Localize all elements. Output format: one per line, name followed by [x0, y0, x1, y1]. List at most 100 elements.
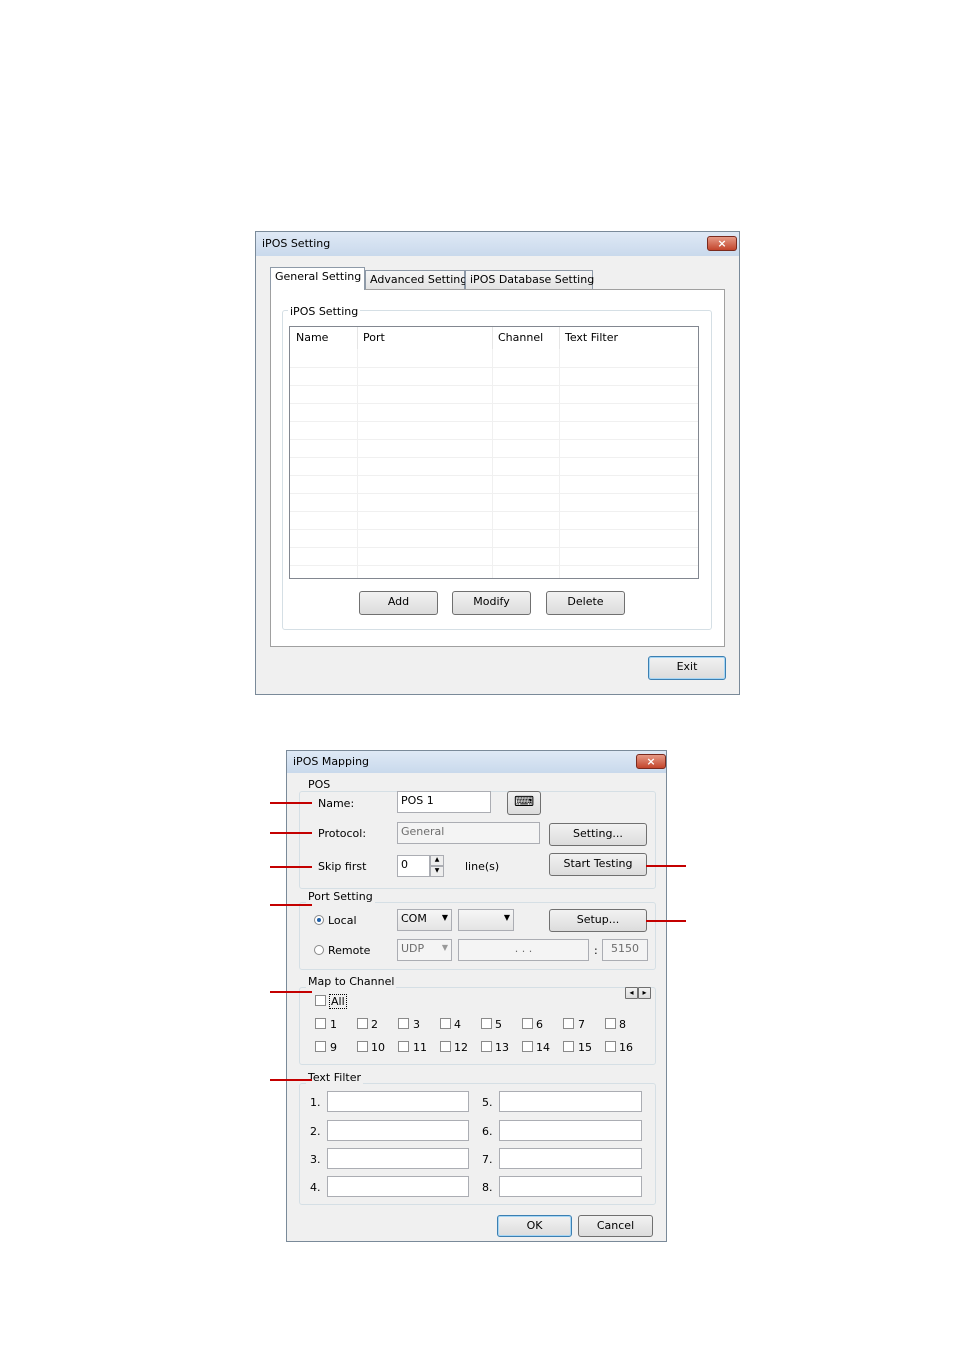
- protocol-field: General: [397, 822, 540, 844]
- text-filter-group-label: Text Filter: [306, 1071, 363, 1084]
- tab-advanced-setting[interactable]: Advanced Setting: [365, 270, 467, 290]
- channel-4-checkbox[interactable]: [440, 1018, 451, 1029]
- filter-3-input[interactable]: [327, 1148, 469, 1169]
- filter-1-input[interactable]: [327, 1091, 469, 1112]
- filter-4-label: 4.: [310, 1181, 321, 1194]
- channel-16-checkbox[interactable]: [605, 1041, 616, 1052]
- start-testing-button[interactable]: Start Testing: [549, 853, 647, 876]
- channel-1-label: 1: [330, 1018, 337, 1031]
- close-icon[interactable]: ×: [707, 236, 737, 251]
- row-line: [290, 511, 698, 512]
- channel-9-label: 9: [330, 1041, 337, 1054]
- com-port-select[interactable]: ▼: [458, 909, 514, 931]
- channel-3-label: 3: [413, 1018, 420, 1031]
- keyboard-button[interactable]: ⌨: [507, 791, 541, 815]
- channel-15-checkbox[interactable]: [563, 1041, 574, 1052]
- ok-button[interactable]: OK: [497, 1215, 572, 1237]
- channel-9-checkbox[interactable]: [315, 1041, 326, 1052]
- skip-lines-input[interactable]: 0: [397, 855, 430, 877]
- filter-2-input[interactable]: [327, 1120, 469, 1141]
- channel-1-checkbox[interactable]: [315, 1018, 326, 1029]
- channel-14-checkbox[interactable]: [522, 1041, 533, 1052]
- channel-8-checkbox[interactable]: [605, 1018, 616, 1029]
- local-port-type-select[interactable]: COM ▼: [397, 909, 452, 931]
- chevron-down-icon: ▼: [441, 913, 448, 922]
- channel-scroll-right[interactable]: ▸: [638, 987, 651, 999]
- filter-5-input[interactable]: [499, 1091, 642, 1112]
- row-line: [290, 493, 698, 494]
- tab-general-setting[interactable]: General Setting: [270, 267, 365, 290]
- filter-6-input[interactable]: [499, 1120, 642, 1141]
- filter-7-label: 7.: [482, 1153, 493, 1166]
- channel-4-label: 4: [454, 1018, 461, 1031]
- all-label: All: [329, 994, 347, 1009]
- filter-4-input[interactable]: [327, 1176, 469, 1197]
- pos-list[interactable]: Name Port Channel Text Filter: [289, 326, 699, 579]
- chevron-left-icon: ◂: [629, 988, 634, 997]
- local-label: Local: [328, 914, 357, 927]
- remote-port-type-select: UDP ▼: [397, 939, 452, 961]
- filter-8-label: 8.: [482, 1181, 493, 1194]
- annotation-line-setup: [646, 920, 686, 922]
- remote-port-input: 5150: [602, 939, 648, 961]
- local-radio[interactable]: [314, 915, 324, 925]
- channel-6-checkbox[interactable]: [522, 1018, 533, 1029]
- column-divider: [357, 349, 358, 578]
- row-line: [290, 565, 698, 566]
- channel-6-label: 6: [536, 1018, 543, 1031]
- keyboard-icon: ⌨: [513, 794, 535, 810]
- filter-2-label: 2.: [310, 1125, 321, 1138]
- annotation-line-text-filter: [270, 1079, 312, 1081]
- ipos-mapping-titlebar[interactable]: iPOS Mapping ×: [287, 751, 666, 773]
- row-line: [290, 529, 698, 530]
- filter-8-input[interactable]: [499, 1176, 642, 1197]
- skip-lines-spin-down[interactable]: ▼: [430, 866, 444, 877]
- local-port-type-value: COM: [401, 912, 427, 925]
- name-input[interactable]: POS 1: [397, 791, 491, 813]
- close-icon[interactable]: ×: [636, 754, 666, 769]
- setting-button[interactable]: Setting...: [549, 823, 647, 846]
- annotation-line-name: [270, 802, 312, 804]
- column-header-port[interactable]: Port: [357, 327, 493, 349]
- channel-13-checkbox[interactable]: [481, 1041, 492, 1052]
- channel-12-label: 12: [454, 1041, 468, 1054]
- channel-3-checkbox[interactable]: [398, 1018, 409, 1029]
- ipos-mapping-window: iPOS Mapping × POS Name: POS 1 ⌨ Protoco…: [286, 750, 667, 1242]
- delete-button[interactable]: Delete: [546, 591, 625, 615]
- exit-button[interactable]: Exit: [648, 656, 726, 680]
- annotation-line-skip-first: [270, 866, 312, 868]
- row-line: [290, 403, 698, 404]
- channel-scroll-left[interactable]: ◂: [625, 987, 638, 999]
- cancel-button[interactable]: Cancel: [578, 1215, 653, 1237]
- protocol-label: Protocol:: [318, 827, 367, 840]
- name-label: Name:: [318, 797, 355, 810]
- row-line: [290, 547, 698, 548]
- row-line: [290, 439, 698, 440]
- add-button[interactable]: Add: [359, 591, 438, 615]
- skip-lines-spin-up[interactable]: ▲: [430, 855, 444, 866]
- modify-button[interactable]: Modify: [452, 591, 531, 615]
- channel-16-label: 16: [619, 1041, 633, 1054]
- port-colon: :: [594, 944, 598, 957]
- ipos-setting-titlebar[interactable]: iPOS Setting ×: [256, 232, 739, 256]
- channel-7-checkbox[interactable]: [563, 1018, 574, 1029]
- filter-7-input[interactable]: [499, 1148, 642, 1169]
- column-header-text-filter[interactable]: Text Filter: [559, 327, 698, 349]
- channel-2-checkbox[interactable]: [357, 1018, 368, 1029]
- window-title: iPOS Setting: [262, 237, 331, 250]
- channel-12-checkbox[interactable]: [440, 1041, 451, 1052]
- remote-radio[interactable]: [314, 945, 324, 955]
- column-header-channel[interactable]: Channel: [492, 327, 560, 349]
- tab-ipos-database-setting[interactable]: iPOS Database Setting: [465, 270, 594, 290]
- setup-button[interactable]: Setup...: [549, 909, 647, 932]
- column-header-name[interactable]: Name: [290, 327, 358, 349]
- chevron-right-icon: ▸: [642, 988, 647, 997]
- filter-1-label: 1.: [310, 1096, 321, 1109]
- channel-10-checkbox[interactable]: [357, 1041, 368, 1052]
- channel-8-label: 8: [619, 1018, 626, 1031]
- ip-dots: . . .: [514, 942, 533, 955]
- filter-6-label: 6.: [482, 1125, 493, 1138]
- channel-5-checkbox[interactable]: [481, 1018, 492, 1029]
- channel-11-checkbox[interactable]: [398, 1041, 409, 1052]
- all-checkbox[interactable]: [315, 995, 326, 1006]
